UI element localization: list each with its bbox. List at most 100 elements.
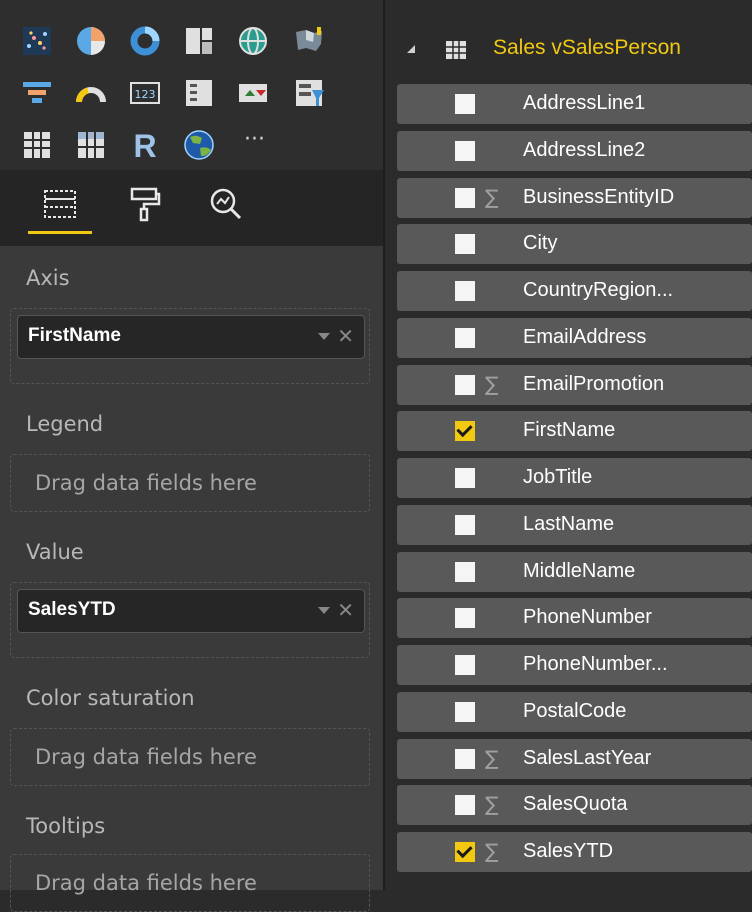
checkbox[interactable] xyxy=(455,608,475,628)
visualizations-pane: 123 R ··· Axis FirstName ✕ Legend Drag d… xyxy=(0,0,383,912)
field-name: SalesLastYear xyxy=(523,747,652,769)
checkbox[interactable] xyxy=(455,328,475,348)
field-row[interactable]: FirstName xyxy=(397,411,752,451)
field-name: AddressLine2 xyxy=(523,139,646,161)
axis-field-name: FirstName xyxy=(28,325,121,346)
filled-map-icon[interactable] xyxy=(292,24,326,58)
value-well[interactable]: SalesYTD ✕ xyxy=(10,582,370,658)
table-grid-icon xyxy=(446,41,466,59)
field-row[interactable]: ∑ SalesYTD xyxy=(397,832,752,872)
field-row[interactable]: MiddleName xyxy=(397,552,752,592)
tooltips-label: Tooltips xyxy=(26,814,106,838)
format-tab[interactable] xyxy=(114,184,174,230)
value-label: Value xyxy=(26,540,84,564)
value-field-name: SalesYTD xyxy=(28,599,116,620)
axis-field-pill[interactable]: FirstName ✕ xyxy=(17,315,365,359)
field-row[interactable]: CountryRegion... xyxy=(397,271,752,311)
checkbox[interactable] xyxy=(455,94,475,114)
checkbox[interactable] xyxy=(455,655,475,675)
pie-chart-icon[interactable] xyxy=(74,24,108,58)
field-name: EmailAddress xyxy=(523,326,647,348)
checkbox[interactable] xyxy=(455,281,475,301)
field-wells: Axis FirstName ✕ Legend Drag data fields… xyxy=(0,246,383,912)
more-visuals-icon[interactable]: ··· xyxy=(244,128,284,162)
axis-well[interactable]: FirstName ✕ xyxy=(10,308,370,384)
card-icon[interactable]: 123 xyxy=(128,76,162,110)
field-row[interactable]: PostalCode xyxy=(397,692,752,732)
table-icon[interactable] xyxy=(20,128,54,162)
r-visual-icon[interactable]: R xyxy=(128,128,162,162)
paint-roller-icon xyxy=(130,187,161,222)
scatter-chart-icon[interactable] xyxy=(20,24,54,58)
fields-tab[interactable] xyxy=(28,184,92,234)
field-name: PostalCode xyxy=(523,700,627,722)
tooltips-placeholder: Drag data fields here xyxy=(35,871,257,895)
checkbox[interactable] xyxy=(455,749,475,769)
field-row[interactable]: ∑ SalesLastYear xyxy=(397,739,752,779)
field-row[interactable]: EmailAddress xyxy=(397,318,752,358)
checkbox-checked[interactable] xyxy=(455,421,475,441)
multi-row-card-icon[interactable] xyxy=(182,76,216,110)
tooltips-well[interactable]: Drag data fields here xyxy=(10,854,370,912)
field-name: FirstName xyxy=(523,419,616,441)
field-row[interactable]: ∑ EmailPromotion xyxy=(397,365,752,405)
sigma-icon: ∑ xyxy=(485,839,499,863)
analytics-tab[interactable] xyxy=(196,184,256,230)
more-visuals-label: ··· xyxy=(244,127,265,152)
checkbox-checked[interactable] xyxy=(455,842,475,862)
sigma-icon: ∑ xyxy=(485,372,499,396)
svg-text:123: 123 xyxy=(135,88,156,101)
field-row[interactable]: PhoneNumber xyxy=(397,598,752,638)
arcgis-map-icon[interactable] xyxy=(182,128,216,162)
color-saturation-well[interactable]: Drag data fields here xyxy=(10,728,370,786)
checkbox[interactable] xyxy=(455,141,475,161)
sigma-icon: ∑ xyxy=(485,185,499,209)
field-name: LastName xyxy=(523,513,615,535)
field-name: CountryRegion... xyxy=(523,279,674,301)
checkbox[interactable] xyxy=(455,562,475,582)
field-row[interactable]: AddressLine2 xyxy=(397,131,752,171)
checkbox[interactable] xyxy=(455,702,475,722)
expand-triangle-icon[interactable] xyxy=(407,45,415,53)
field-row[interactable]: LastName xyxy=(397,505,752,545)
field-row[interactable]: JobTitle xyxy=(397,458,752,498)
field-row[interactable]: City xyxy=(397,224,752,264)
globe-map-icon[interactable] xyxy=(236,24,270,58)
close-icon[interactable]: ✕ xyxy=(337,324,354,348)
kpi-icon[interactable] xyxy=(236,76,270,110)
donut-chart-icon[interactable] xyxy=(128,24,162,58)
value-field-pill[interactable]: SalesYTD ✕ xyxy=(17,589,365,633)
field-row[interactable]: AddressLine1 xyxy=(397,84,752,124)
gauge-icon[interactable] xyxy=(74,76,108,110)
funnel-icon[interactable] xyxy=(20,76,54,110)
chevron-down-icon[interactable] xyxy=(318,333,330,340)
field-name: EmailPromotion xyxy=(523,373,665,395)
table-header[interactable]: Sales vSalesPerson xyxy=(385,22,752,78)
pane-tabs xyxy=(0,170,383,246)
checkbox[interactable] xyxy=(455,795,475,815)
matrix-icon[interactable] xyxy=(74,128,108,162)
checkbox[interactable] xyxy=(455,188,475,208)
legend-well[interactable]: Drag data fields here xyxy=(10,454,370,512)
close-icon[interactable]: ✕ xyxy=(337,598,354,622)
visualization-gallery: 123 R ··· xyxy=(0,0,383,170)
slicer-icon[interactable] xyxy=(292,76,326,110)
legend-label: Legend xyxy=(26,412,104,436)
field-name: SalesYTD xyxy=(523,840,614,862)
treemap-icon[interactable] xyxy=(182,24,216,58)
field-name: PhoneNumber... xyxy=(523,653,668,675)
field-row[interactable]: ∑ BusinessEntityID xyxy=(397,178,752,218)
chevron-down-icon[interactable] xyxy=(318,607,330,614)
table-name: Sales vSalesPerson xyxy=(493,36,681,59)
field-row[interactable]: ∑ SalesQuota xyxy=(397,785,752,825)
analytics-magnifier-icon xyxy=(210,188,242,220)
legend-placeholder: Drag data fields here xyxy=(35,471,257,495)
sigma-icon: ∑ xyxy=(485,792,499,816)
checkbox[interactable] xyxy=(455,375,475,395)
checkbox[interactable] xyxy=(455,234,475,254)
checkbox[interactable] xyxy=(455,515,475,535)
checkbox[interactable] xyxy=(455,468,475,488)
field-row[interactable]: PhoneNumber... xyxy=(397,645,752,685)
r-visual-label: R xyxy=(133,128,156,162)
fields-list-pane: Sales vSalesPerson AddressLine1 AddressLi… xyxy=(383,0,752,890)
